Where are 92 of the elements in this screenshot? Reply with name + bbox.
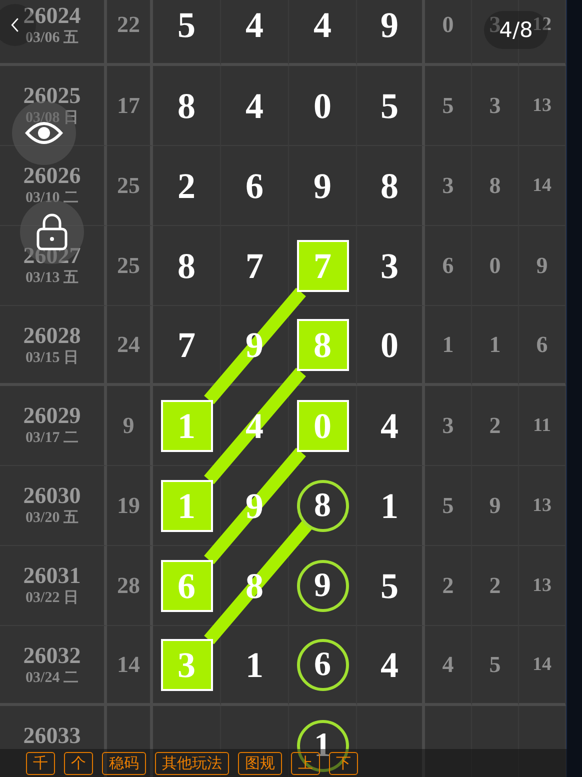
- sum-value: 19: [117, 492, 140, 518]
- draw-date: 03/17 二: [26, 429, 78, 447]
- stat-value: 3: [442, 172, 454, 198]
- draw-date: 03/22 日: [26, 589, 78, 607]
- issue-number: 26029: [23, 403, 81, 429]
- highlighted-digit: 0: [296, 400, 348, 452]
- stat-value: 1: [442, 332, 454, 358]
- issue-number: 26033: [23, 723, 81, 749]
- stat-value: 3: [489, 92, 501, 118]
- highlighted-digit: 1: [160, 480, 212, 532]
- digit: 4: [246, 86, 264, 126]
- sum-value: 9: [122, 412, 134, 438]
- draw-date: 03/06 五: [26, 29, 78, 47]
- digit: 7: [178, 324, 196, 364]
- chevron-left-icon: [10, 17, 20, 33]
- sum-value: 22: [117, 12, 140, 38]
- digit: 7: [246, 246, 264, 286]
- stat-value: 2: [489, 412, 501, 438]
- stat-value: 5: [489, 652, 501, 678]
- highlighted-digit: 8: [296, 318, 348, 370]
- draw-date: 03/20 五: [26, 509, 78, 527]
- stat-value: 1: [489, 332, 501, 358]
- sum-value: 25: [117, 252, 140, 278]
- sum-value: 14: [117, 652, 140, 678]
- stat-value: 5: [442, 492, 454, 518]
- digit: 3: [380, 246, 398, 286]
- stat-value: 13: [532, 574, 552, 596]
- digit: 5: [380, 86, 398, 126]
- digit: 8: [178, 246, 196, 286]
- stat-value: 9: [536, 252, 548, 278]
- draw-date: 03/13 五: [26, 269, 78, 287]
- digit: 8: [380, 166, 398, 206]
- stat-value: 4: [442, 652, 454, 678]
- stat-value: 14: [532, 174, 552, 196]
- toolbar-button[interactable]: 千: [26, 752, 55, 775]
- draw-date: 03/15 日: [26, 349, 78, 367]
- highlighted-digit: 6: [160, 560, 212, 612]
- stat-value: 3: [442, 412, 454, 438]
- stat-value: 9: [489, 492, 501, 518]
- digit: 9: [314, 166, 332, 206]
- toolbar-button[interactable]: 稳码: [102, 752, 146, 775]
- digit: 4: [314, 4, 332, 44]
- digit: 9: [380, 4, 398, 44]
- sum-value: 24: [117, 332, 140, 358]
- draw-date: 03/10 二: [26, 189, 78, 207]
- toolbar-button[interactable]: 下: [329, 752, 358, 775]
- sum-value: 17: [117, 92, 140, 118]
- issue-number: 26024: [23, 3, 81, 29]
- digit: 4: [380, 644, 398, 684]
- digit: 0: [380, 324, 398, 364]
- sum-value: 25: [117, 172, 140, 198]
- issue-number: 26031: [23, 563, 81, 589]
- highlighted-digit: 1: [160, 400, 212, 452]
- issue-number: 26030: [23, 483, 81, 509]
- toolbar-button[interactable]: 个: [64, 752, 93, 775]
- toolbar-button[interactable]: 其他玩法: [155, 752, 229, 775]
- circled-digit: 8: [296, 480, 348, 532]
- sum-value: 28: [117, 572, 140, 598]
- stat-value: 0: [442, 12, 454, 38]
- stat-value: 8: [489, 172, 501, 198]
- stat-value: 13: [532, 94, 552, 116]
- digit: 4: [380, 406, 398, 446]
- stat-value: 2: [489, 572, 501, 598]
- circled-digit: 6: [296, 638, 348, 690]
- issue-number: 26032: [23, 643, 81, 669]
- stat-value: 0: [489, 252, 501, 278]
- stat-value: 12: [532, 14, 552, 36]
- stat-value: 6: [442, 252, 454, 278]
- stat-value: 5: [442, 92, 454, 118]
- digit: 1: [380, 486, 398, 526]
- toolbar-button[interactable]: 上: [291, 752, 320, 775]
- digit: 1: [246, 644, 264, 684]
- digit: 2: [178, 166, 196, 206]
- issue-number: 26025: [23, 83, 81, 109]
- digit: 6: [246, 166, 264, 206]
- stat-value: 2: [442, 572, 454, 598]
- toolbar-button[interactable]: 图规: [238, 752, 282, 775]
- stat-value: 13: [532, 494, 552, 516]
- issue-number: 26026: [23, 163, 81, 189]
- digit: 4: [246, 4, 264, 44]
- highlighted-digit: 7: [296, 240, 348, 292]
- stat-value: 14: [532, 654, 552, 676]
- digit: 8: [178, 86, 196, 126]
- circled-digit: 9: [296, 560, 348, 612]
- stat-value: 6: [536, 332, 548, 358]
- digit: 0: [314, 86, 332, 126]
- digit: 5: [178, 4, 196, 44]
- draw-date: 03/24 二: [26, 669, 78, 687]
- highlighted-digit: 3: [160, 638, 212, 690]
- stat-value: 11: [533, 414, 551, 436]
- issue-number: 26028: [23, 323, 81, 349]
- digit: 5: [380, 566, 398, 606]
